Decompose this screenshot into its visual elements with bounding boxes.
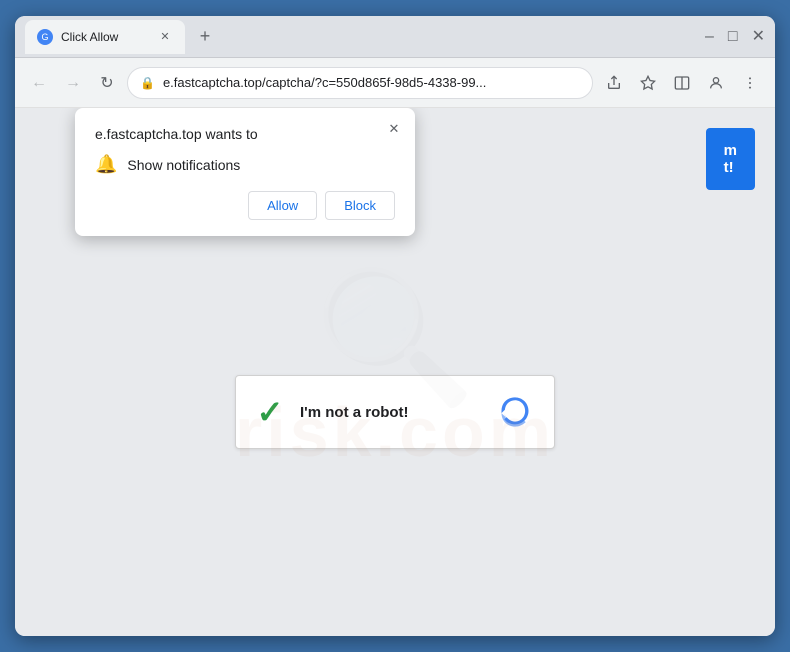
- popup-buttons: Allow Block: [95, 191, 395, 220]
- back-button[interactable]: ←: [25, 69, 53, 97]
- browser-window: G Click Allow ✕ + – □ ✕ ← → ↻ 🔒 e.fastca…: [15, 16, 775, 636]
- tab-close-button[interactable]: ✕: [157, 29, 173, 45]
- captcha-box[interactable]: ✓ I'm not a robot!: [235, 375, 555, 449]
- window-controls: – □ ✕: [705, 29, 765, 45]
- split-view-button[interactable]: [667, 68, 697, 98]
- recaptcha-svg: [497, 394, 533, 430]
- close-button[interactable]: ✕: [752, 29, 765, 45]
- forward-button[interactable]: →: [59, 69, 87, 97]
- page-content: 🔍 risk.com m t! ✕ e.fastcaptcha.top want…: [15, 108, 775, 636]
- active-tab[interactable]: G Click Allow ✕: [25, 20, 185, 54]
- minimize-button[interactable]: –: [705, 29, 714, 45]
- blue-corner-button[interactable]: m t!: [706, 128, 755, 190]
- popup-title: e.fastcaptcha.top wants to: [95, 126, 395, 142]
- recaptcha-logo: [496, 394, 534, 430]
- new-tab-button[interactable]: +: [191, 23, 219, 51]
- popup-close-button[interactable]: ✕: [383, 118, 405, 140]
- menu-button[interactable]: [735, 68, 765, 98]
- title-bar: G Click Allow ✕ + – □ ✕: [15, 16, 775, 58]
- tab-title: Click Allow: [61, 30, 149, 44]
- allow-button[interactable]: Allow: [248, 191, 317, 220]
- reload-button[interactable]: ↻: [93, 69, 121, 97]
- address-bar[interactable]: 🔒 e.fastcaptcha.top/captcha/?c=550d865f-…: [127, 67, 593, 99]
- notification-popup: ✕ e.fastcaptcha.top wants to 🔔 Show noti…: [75, 108, 415, 236]
- maximize-button[interactable]: □: [728, 29, 738, 45]
- bell-icon: 🔔: [95, 154, 117, 175]
- profile-button[interactable]: [701, 68, 731, 98]
- block-button[interactable]: Block: [325, 191, 395, 220]
- popup-notification-row: 🔔 Show notifications: [95, 154, 395, 175]
- captcha-checkbox[interactable]: ✓: [256, 398, 284, 426]
- share-button[interactable]: [599, 68, 629, 98]
- checkmark-icon: ✓: [257, 396, 284, 428]
- lock-icon: 🔒: [140, 76, 155, 90]
- url-text: e.fastcaptcha.top/captcha/?c=550d865f-98…: [163, 75, 580, 90]
- tab-favicon: G: [37, 29, 53, 45]
- popup-notification-label: Show notifications: [127, 157, 240, 173]
- captcha-label: I'm not a robot!: [300, 404, 480, 421]
- toolbar-icons: [599, 68, 765, 98]
- bookmark-button[interactable]: [633, 68, 663, 98]
- tab-strip: G Click Allow ✕ +: [25, 20, 697, 54]
- address-bar-row: ← → ↻ 🔒 e.fastcaptcha.top/captcha/?c=550…: [15, 58, 775, 108]
